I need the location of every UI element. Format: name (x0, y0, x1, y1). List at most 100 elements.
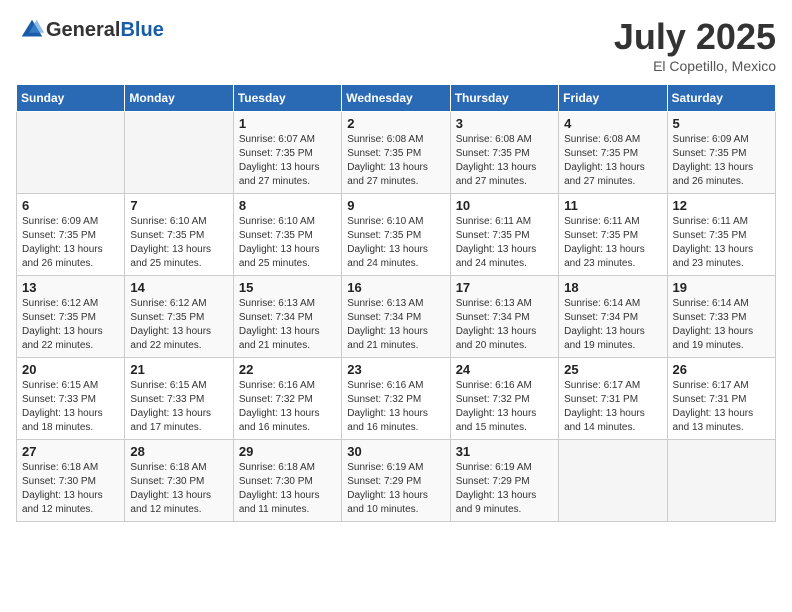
day-number: 22 (239, 362, 336, 377)
day-number: 8 (239, 198, 336, 213)
day-info: Sunrise: 6:18 AM Sunset: 7:30 PM Dayligh… (22, 461, 119, 517)
day-info: Sunrise: 6:19 AM Sunset: 7:29 PM Dayligh… (347, 461, 444, 517)
day-number: 30 (347, 444, 444, 459)
calendar-cell: 26Sunrise: 6:17 AM Sunset: 7:31 PM Dayli… (667, 358, 775, 440)
day-info: Sunrise: 6:11 AM Sunset: 7:35 PM Dayligh… (564, 215, 661, 271)
day-number: 4 (564, 116, 661, 131)
day-number: 18 (564, 280, 661, 295)
day-info: Sunrise: 6:15 AM Sunset: 7:33 PM Dayligh… (22, 379, 119, 435)
day-number: 28 (130, 444, 227, 459)
calendar-cell: 6Sunrise: 6:09 AM Sunset: 7:35 PM Daylig… (17, 194, 125, 276)
day-number: 11 (564, 198, 661, 213)
day-number: 31 (456, 444, 553, 459)
day-header-sunday: Sunday (17, 85, 125, 112)
day-info: Sunrise: 6:10 AM Sunset: 7:35 PM Dayligh… (130, 215, 227, 271)
calendar-cell: 14 Sunrise: 6:12 AM Sunset: 7:35 PM Dayli… (125, 276, 233, 358)
day-info: Sunrise: 6:17 AM Sunset: 7:31 PM Dayligh… (673, 379, 770, 435)
calendar-cell: 19Sunrise: 6:14 AM Sunset: 7:33 PM Dayli… (667, 276, 775, 358)
day-number: 25 (564, 362, 661, 377)
day-number: 27 (22, 444, 119, 459)
calendar-cell: 27 Sunrise: 6:18 AM Sunset: 7:30 PM Dayli… (17, 440, 125, 522)
calendar-table: SundayMondayTuesdayWednesdayThursdayFrid… (16, 84, 776, 522)
day-info: Sunrise: 6:08 AM Sunset: 7:35 PM Dayligh… (456, 133, 553, 189)
day-number: 24 (456, 362, 553, 377)
day-header-friday: Friday (559, 85, 667, 112)
calendar-cell: 11 Sunrise: 6:11 AM Sunset: 7:35 PM Dayli… (559, 194, 667, 276)
day-header-wednesday: Wednesday (342, 85, 450, 112)
calendar-cell: 28 Sunrise: 6:18 AM Sunset: 7:30 PM Dayli… (125, 440, 233, 522)
day-number: 5 (673, 116, 770, 131)
calendar-cell: 1Sunrise: 6:07 AM Sunset: 7:35 PM Daylig… (233, 112, 341, 194)
calendar-cell: 3 Sunrise: 6:08 AM Sunset: 7:35 PM Daylig… (450, 112, 558, 194)
day-number: 15 (239, 280, 336, 295)
day-info: Sunrise: 6:16 AM Sunset: 7:32 PM Dayligh… (347, 379, 444, 435)
day-number: 9 (347, 198, 444, 213)
title-month: July 2025 (614, 16, 776, 58)
calendar-cell (17, 112, 125, 194)
day-header-tuesday: Tuesday (233, 85, 341, 112)
day-info: Sunrise: 6:18 AM Sunset: 7:30 PM Dayligh… (130, 461, 227, 517)
day-info: Sunrise: 6:08 AM Sunset: 7:35 PM Dayligh… (564, 133, 661, 189)
day-info: Sunrise: 6:16 AM Sunset: 7:32 PM Dayligh… (239, 379, 336, 435)
days-header-row: SundayMondayTuesdayWednesdayThursdayFrid… (17, 85, 776, 112)
week-row-2: 6Sunrise: 6:09 AM Sunset: 7:35 PM Daylig… (17, 194, 776, 276)
calendar-cell: 31Sunrise: 6:19 AM Sunset: 7:29 PM Dayli… (450, 440, 558, 522)
calendar-cell: 30 Sunrise: 6:19 AM Sunset: 7:29 PM Dayli… (342, 440, 450, 522)
calendar-cell: 21 Sunrise: 6:15 AM Sunset: 7:33 PM Dayli… (125, 358, 233, 440)
day-number: 16 (347, 280, 444, 295)
logo-icon (18, 16, 46, 44)
calendar-cell: 9Sunrise: 6:10 AM Sunset: 7:35 PM Daylig… (342, 194, 450, 276)
day-header-saturday: Saturday (667, 85, 775, 112)
day-number: 7 (130, 198, 227, 213)
logo-general: General (46, 19, 120, 41)
week-row-5: 27 Sunrise: 6:18 AM Sunset: 7:30 PM Dayli… (17, 440, 776, 522)
day-info: Sunrise: 6:12 AM Sunset: 7:35 PM Dayligh… (130, 297, 227, 353)
calendar-cell: 4 Sunrise: 6:08 AM Sunset: 7:35 PM Daylig… (559, 112, 667, 194)
calendar-cell: 24 Sunrise: 6:16 AM Sunset: 7:32 PM Dayli… (450, 358, 558, 440)
day-number: 12 (673, 198, 770, 213)
day-number: 13 (22, 280, 119, 295)
day-info: Sunrise: 6:15 AM Sunset: 7:33 PM Dayligh… (130, 379, 227, 435)
header: GeneralBlue July 2025 El Copetillo, Mexi… (16, 16, 776, 74)
day-info: Sunrise: 6:09 AM Sunset: 7:35 PM Dayligh… (22, 215, 119, 271)
day-info: Sunrise: 6:09 AM Sunset: 7:35 PM Dayligh… (673, 133, 770, 189)
day-number: 3 (456, 116, 553, 131)
day-info: Sunrise: 6:13 AM Sunset: 7:34 PM Dayligh… (347, 297, 444, 353)
day-number: 21 (130, 362, 227, 377)
calendar-cell: 2Sunrise: 6:08 AM Sunset: 7:35 PM Daylig… (342, 112, 450, 194)
day-info: Sunrise: 6:10 AM Sunset: 7:35 PM Dayligh… (239, 215, 336, 271)
day-info: Sunrise: 6:11 AM Sunset: 7:35 PM Dayligh… (456, 215, 553, 271)
calendar-cell (559, 440, 667, 522)
week-row-3: 13 Sunrise: 6:12 AM Sunset: 7:35 PM Dayli… (17, 276, 776, 358)
week-row-1: 1Sunrise: 6:07 AM Sunset: 7:35 PM Daylig… (17, 112, 776, 194)
logo-blue: Blue (120, 19, 163, 41)
day-info: Sunrise: 6:13 AM Sunset: 7:34 PM Dayligh… (456, 297, 553, 353)
day-info: Sunrise: 6:14 AM Sunset: 7:34 PM Dayligh… (564, 297, 661, 353)
day-number: 14 (130, 280, 227, 295)
calendar-cell: 20Sunrise: 6:15 AM Sunset: 7:33 PM Dayli… (17, 358, 125, 440)
day-info: Sunrise: 6:11 AM Sunset: 7:35 PM Dayligh… (673, 215, 770, 271)
calendar-cell (125, 112, 233, 194)
calendar-cell: 25 Sunrise: 6:17 AM Sunset: 7:31 PM Dayli… (559, 358, 667, 440)
calendar-cell (667, 440, 775, 522)
day-info: Sunrise: 6:12 AM Sunset: 7:35 PM Dayligh… (22, 297, 119, 353)
day-info: Sunrise: 6:17 AM Sunset: 7:31 PM Dayligh… (564, 379, 661, 435)
day-info: Sunrise: 6:13 AM Sunset: 7:34 PM Dayligh… (239, 297, 336, 353)
week-row-4: 20Sunrise: 6:15 AM Sunset: 7:33 PM Dayli… (17, 358, 776, 440)
calendar-cell: 5 Sunrise: 6:09 AM Sunset: 7:35 PM Daylig… (667, 112, 775, 194)
day-number: 23 (347, 362, 444, 377)
calendar-cell: 12 Sunrise: 6:11 AM Sunset: 7:35 PM Dayli… (667, 194, 775, 276)
logo: GeneralBlue (16, 16, 164, 44)
calendar-cell: 17Sunrise: 6:13 AM Sunset: 7:34 PM Dayli… (450, 276, 558, 358)
day-info: Sunrise: 6:18 AM Sunset: 7:30 PM Dayligh… (239, 461, 336, 517)
title-location: El Copetillo, Mexico (614, 58, 776, 74)
calendar-cell: 8 Sunrise: 6:10 AM Sunset: 7:35 PM Daylig… (233, 194, 341, 276)
day-info: Sunrise: 6:07 AM Sunset: 7:35 PM Dayligh… (239, 133, 336, 189)
title-area: July 2025 El Copetillo, Mexico (614, 16, 776, 74)
day-info: Sunrise: 6:16 AM Sunset: 7:32 PM Dayligh… (456, 379, 553, 435)
day-number: 2 (347, 116, 444, 131)
day-number: 10 (456, 198, 553, 213)
calendar-cell: 10 Sunrise: 6:11 AM Sunset: 7:35 PM Dayli… (450, 194, 558, 276)
calendar-cell: 7 Sunrise: 6:10 AM Sunset: 7:35 PM Daylig… (125, 194, 233, 276)
day-header-monday: Monday (125, 85, 233, 112)
